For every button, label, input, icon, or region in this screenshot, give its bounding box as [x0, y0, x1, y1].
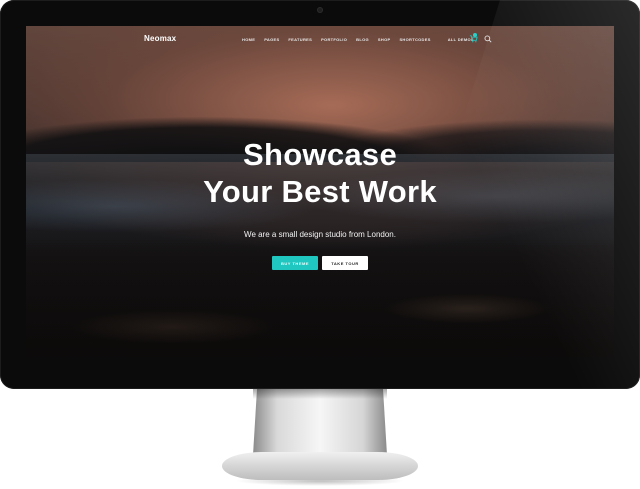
- buy-theme-button[interactable]: BUY THEME: [272, 256, 318, 270]
- menu-item-blog[interactable]: BLOG: [356, 37, 369, 42]
- hero-title-line-1: Showcase: [242, 137, 398, 172]
- hero-subtitle: We are a small design studio from London…: [244, 230, 396, 239]
- background-stones: [26, 236, 614, 357]
- menu-item-pages[interactable]: PAGES: [264, 37, 279, 42]
- hero-title-line-2: Your Best Work: [203, 174, 437, 209]
- monitor-stand-base: [222, 452, 418, 480]
- hero-title: Showcase Your Best Work: [26, 136, 614, 210]
- menu-item-shortcodes[interactable]: SHORTCODES: [399, 37, 430, 42]
- stand-shadow: [253, 389, 387, 399]
- site-logo[interactable]: Neomax: [144, 34, 176, 43]
- monitor-frame: Neomax HOME PAGES FEATURES PORTFOLIO BLO…: [0, 0, 640, 389]
- menu-item-shop[interactable]: SHOP: [378, 37, 391, 42]
- menu-item-home[interactable]: HOME: [242, 37, 255, 42]
- take-tour-button[interactable]: TAKE TOUR: [322, 256, 368, 270]
- main-menu: HOME PAGES FEATURES PORTFOLIO BLOG SHOP …: [242, 37, 483, 42]
- menu-item-portfolio[interactable]: PORTFOLIO: [321, 37, 347, 42]
- website-screen: Neomax HOME PAGES FEATURES PORTFOLIO BLO…: [26, 26, 614, 357]
- cart-badge: [473, 33, 477, 37]
- camera-icon: [317, 7, 323, 13]
- site-navbar: Neomax HOME PAGES FEATURES PORTFOLIO BLO…: [26, 26, 614, 52]
- search-icon[interactable]: [484, 35, 492, 43]
- menu-item-features[interactable]: FEATURES: [288, 37, 312, 42]
